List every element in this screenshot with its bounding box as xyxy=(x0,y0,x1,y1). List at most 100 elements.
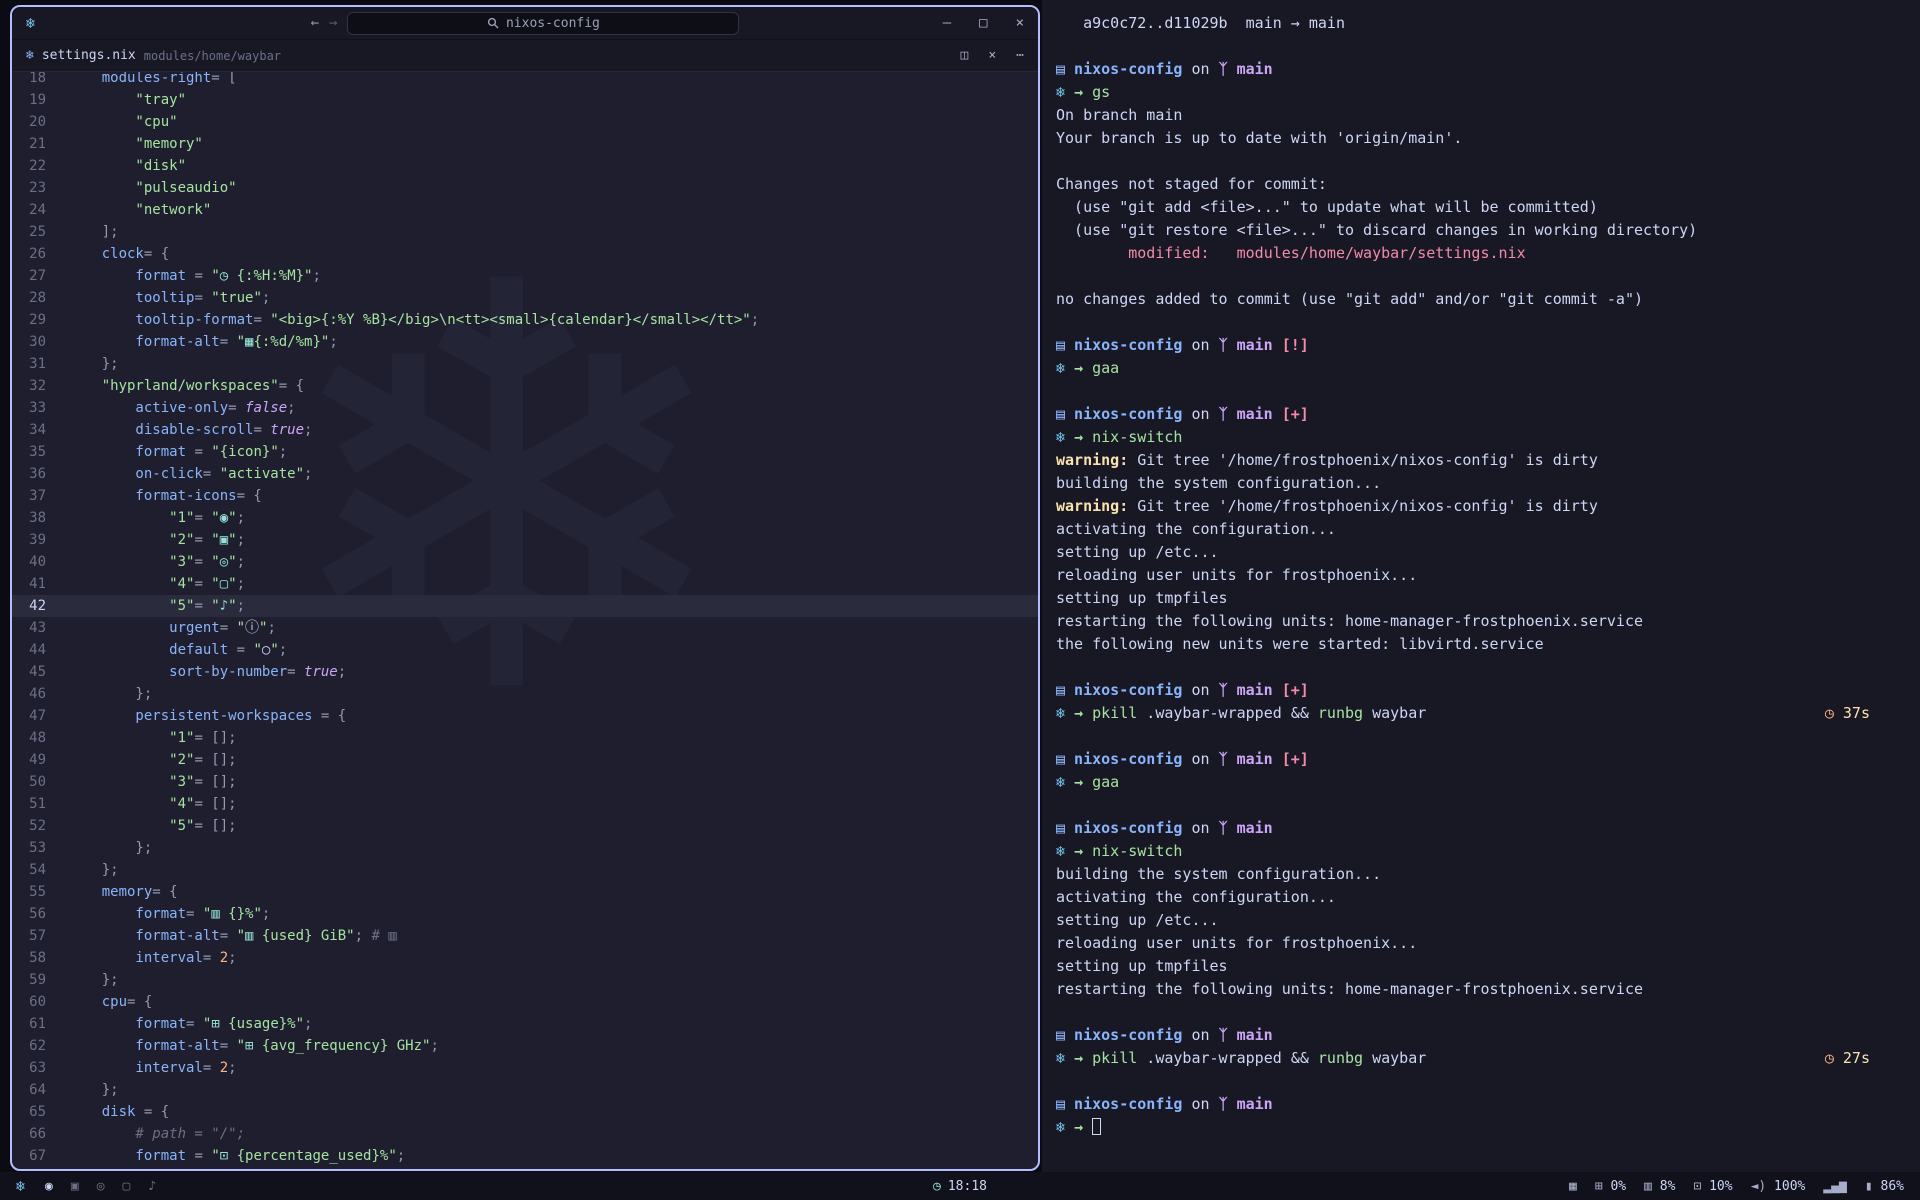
code-line[interactable]: 63 interval= 2; xyxy=(12,1057,1038,1079)
editor-window[interactable]: ❄ ← → nixos-config — □ × ❄ xyxy=(10,5,1040,1171)
bar-module-tray[interactable]: ▦ xyxy=(1569,1179,1577,1194)
line-number: 55 xyxy=(12,881,68,903)
code-editor[interactable]: ❄ 18 modules-right= [19 "tray"20 "cpu"21… xyxy=(12,72,1038,1169)
code-line[interactable]: 36 on-click= "activate"; xyxy=(12,463,1038,485)
bar-module-network[interactable]: ▂▄▆ xyxy=(1823,1179,1846,1194)
bar-module-memory[interactable]: ▥ 8% xyxy=(1644,1179,1675,1194)
line-number: 63 xyxy=(12,1057,68,1079)
line-number: 33 xyxy=(12,397,68,419)
back-arrow-icon[interactable]: ← xyxy=(311,15,319,31)
workspace-button-5[interactable]: ♪ xyxy=(148,1179,156,1194)
terminal-line xyxy=(1056,1001,1870,1024)
code-line[interactable]: 65 disk = { xyxy=(12,1101,1038,1123)
tab-actions: ◫ × ⋯ xyxy=(961,48,1024,63)
code-line[interactable]: 33 active-only= false; xyxy=(12,397,1038,419)
line-number: 60 xyxy=(12,991,68,1013)
split-editor-icon[interactable]: ◫ xyxy=(961,48,969,63)
code-line[interactable]: 60 cpu= { xyxy=(12,991,1038,1013)
code-line[interactable]: 48 "1"= []; xyxy=(12,727,1038,749)
search-icon xyxy=(487,17,499,29)
code-line[interactable]: 54 }; xyxy=(12,859,1038,881)
bar-module-pulseaudio[interactable]: ◄) 100% xyxy=(1751,1179,1806,1194)
code-line[interactable]: 62 format-alt= "⊞ {avg_frequency} GHz"; xyxy=(12,1035,1038,1057)
code-line[interactable]: 41 "4"= "▢"; xyxy=(12,573,1038,595)
code-line[interactable]: 19 "tray" xyxy=(12,89,1038,111)
line-number: 28 xyxy=(12,287,68,309)
code-line[interactable]: 42 "5"= "♪"; xyxy=(12,595,1038,617)
code-line[interactable]: 44 default = "○"; xyxy=(12,639,1038,661)
code-line[interactable]: 68 interval= 60; xyxy=(12,1167,1038,1169)
line-number: 43 xyxy=(12,617,68,639)
bar-module-disk[interactable]: ⊡ 10% xyxy=(1693,1179,1732,1194)
tab-filepath: modules/home/waybar xyxy=(144,49,281,63)
code-line[interactable]: 21 "memory" xyxy=(12,133,1038,155)
code-line[interactable]: 37 format-icons= { xyxy=(12,485,1038,507)
code-line[interactable]: 66 # path = "/"; xyxy=(12,1123,1038,1145)
more-actions-icon[interactable]: ⋯ xyxy=(1016,48,1024,63)
code-line[interactable]: 67 format = "⊡ {percentage_used}%"; xyxy=(12,1145,1038,1167)
terminal-line: Changes not staged for commit: xyxy=(1056,173,1870,196)
code-line[interactable]: 24 "network" xyxy=(12,199,1038,221)
nixos-menu-icon[interactable]: ❄ xyxy=(16,1177,25,1195)
code-line[interactable]: 56 format= "▥ {}%"; xyxy=(12,903,1038,925)
code-line[interactable]: 39 "2"= "▣"; xyxy=(12,529,1038,551)
code-line[interactable]: 30 format-alt= "▦{:%d/%m}"; xyxy=(12,331,1038,353)
code-line[interactable]: 45 sort-by-number= true; xyxy=(12,661,1038,683)
code-line[interactable]: 28 tooltip= "true"; xyxy=(12,287,1038,309)
clock-module[interactable]: ◷ 18:18 xyxy=(933,1179,987,1194)
bar-module-cpu[interactable]: ⊞ 0% xyxy=(1595,1179,1626,1194)
close-tab-icon[interactable]: × xyxy=(988,48,996,63)
code-line[interactable]: 57 format-alt= "▥ {used} GiB"; # ▥ xyxy=(12,925,1038,947)
code-line[interactable]: 20 "cpu" xyxy=(12,111,1038,133)
bar-module-battery[interactable]: ▮ 86% xyxy=(1865,1179,1904,1194)
code-line[interactable]: 18 modules-right= [ xyxy=(12,72,1038,89)
code-line[interactable]: 32 "hyprland/workspaces"= { xyxy=(12,375,1038,397)
code-line[interactable]: 38 "1"= "◉"; xyxy=(12,507,1038,529)
code-line[interactable]: 50 "3"= []; xyxy=(12,771,1038,793)
minimize-button[interactable]: — xyxy=(943,15,951,31)
code-line[interactable]: 58 interval= 2; xyxy=(12,947,1038,969)
line-number: 59 xyxy=(12,969,68,991)
code-line[interactable]: 55 memory= { xyxy=(12,881,1038,903)
workspace-button-1[interactable]: ◉ xyxy=(45,1179,53,1194)
terminal-line: ❄ → xyxy=(1056,1116,1870,1139)
code-lines: 18 modules-right= [19 "tray"20 "cpu"21 "… xyxy=(12,72,1038,1169)
search-box[interactable]: nixos-config xyxy=(347,12,739,35)
code-line[interactable]: 51 "4"= []; xyxy=(12,793,1038,815)
terminal-line: reloading user units for frostphoenix... xyxy=(1056,932,1870,955)
terminal-line: On branch main xyxy=(1056,104,1870,127)
code-line[interactable]: 46 }; xyxy=(12,683,1038,705)
forward-arrow-icon[interactable]: → xyxy=(329,15,337,31)
code-line[interactable]: 53 }; xyxy=(12,837,1038,859)
line-number: 44 xyxy=(12,639,68,661)
code-line[interactable]: 52 "5"= []; xyxy=(12,815,1038,837)
tab-settings-nix[interactable]: ❄ settings.nix modules/home/waybar xyxy=(26,48,281,63)
terminal-line: reloading user units for frostphoenix... xyxy=(1056,564,1870,587)
close-button[interactable]: × xyxy=(1016,15,1024,31)
workspace-button-2[interactable]: ▣ xyxy=(71,1179,79,1194)
code-line[interactable]: 40 "3"= "◎"; xyxy=(12,551,1038,573)
code-line[interactable]: 61 format= "⊞ {usage}%"; xyxy=(12,1013,1038,1035)
code-line[interactable]: 25 ]; xyxy=(12,221,1038,243)
code-line[interactable]: 47 persistent-workspaces = { xyxy=(12,705,1038,727)
code-line[interactable]: 49 "2"= []; xyxy=(12,749,1038,771)
code-line[interactable]: 27 format = "◷ {:%H:%M}"; xyxy=(12,265,1038,287)
code-line[interactable]: 64 }; xyxy=(12,1079,1038,1101)
code-line[interactable]: 34 disable-scroll= true; xyxy=(12,419,1038,441)
code-line[interactable]: 43 urgent= "ⓘ"; xyxy=(12,617,1038,639)
code-line[interactable]: 59 }; xyxy=(12,969,1038,991)
code-line[interactable]: 35 format = "{icon}"; xyxy=(12,441,1038,463)
code-line[interactable]: 22 "disk" xyxy=(12,155,1038,177)
workspace-button-3[interactable]: ◎ xyxy=(97,1179,105,1194)
terminal-line: ❄ → gaa xyxy=(1056,357,1870,380)
code-line[interactable]: 29 tooltip-format= "<big>{:%Y %B}</big>\… xyxy=(12,309,1038,331)
terminal-line: (use "git restore <file>..." to discard … xyxy=(1056,219,1870,242)
line-number: 42 xyxy=(12,595,68,617)
terminal-window[interactable]: a9c0c72..d11029b main → main▤ nixos-conf… xyxy=(1042,0,1920,1172)
code-line[interactable]: 23 "pulseaudio" xyxy=(12,177,1038,199)
code-line[interactable]: 31 }; xyxy=(12,353,1038,375)
maximize-button[interactable]: □ xyxy=(979,15,987,31)
line-number: 53 xyxy=(12,837,68,859)
workspace-button-4[interactable]: ▢ xyxy=(123,1179,131,1194)
code-line[interactable]: 26 clock= { xyxy=(12,243,1038,265)
